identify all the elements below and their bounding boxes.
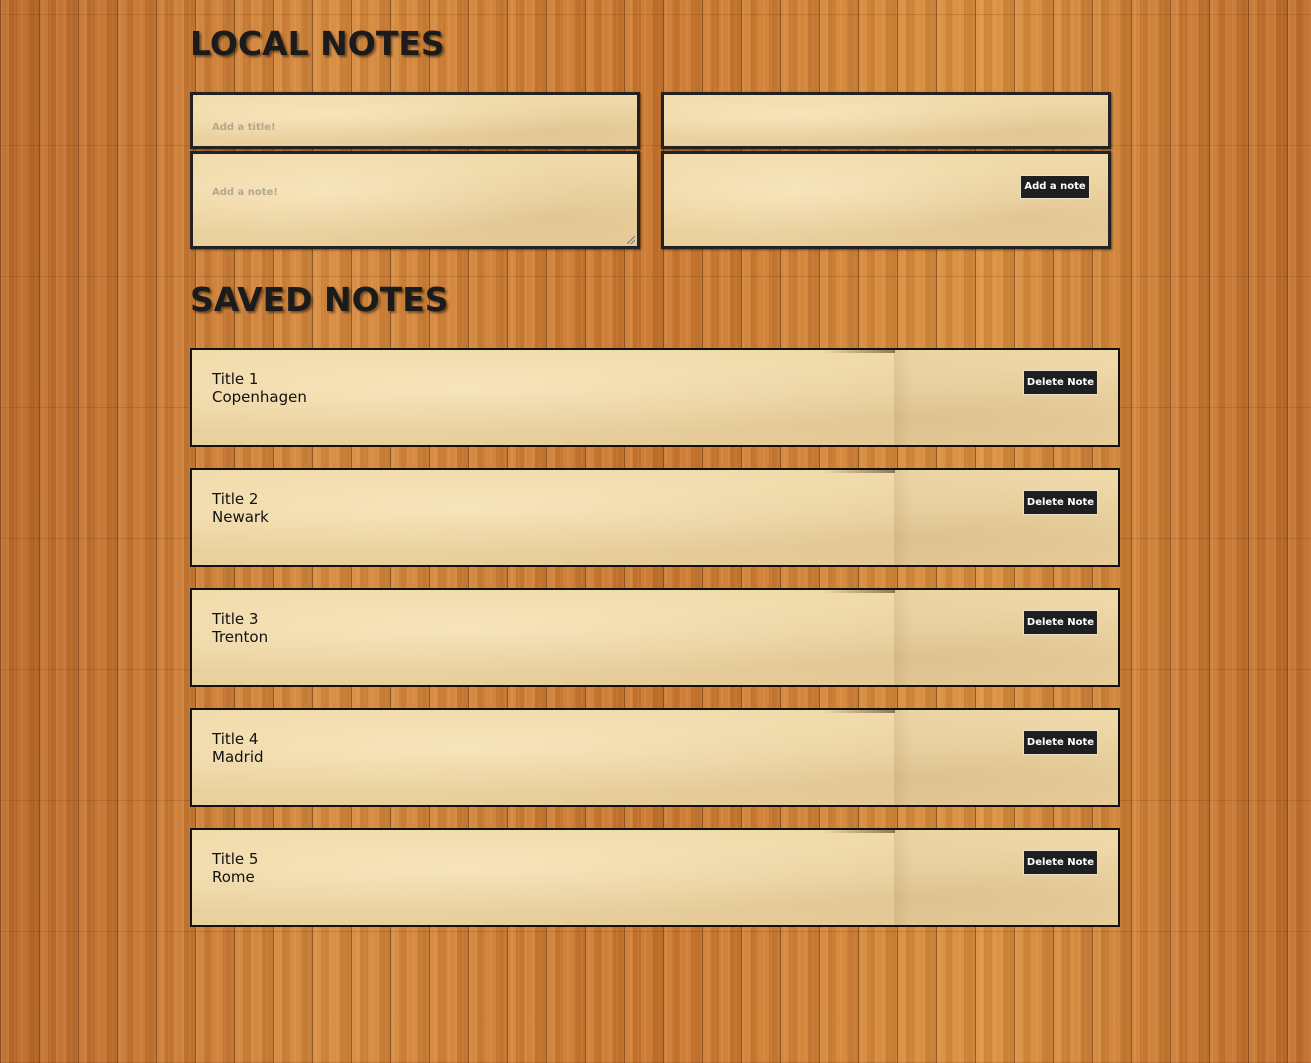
preview-note-panel: Add a note bbox=[661, 151, 1111, 249]
delete-note-button[interactable]: Delete Note bbox=[1023, 490, 1098, 515]
paper-crease bbox=[822, 470, 895, 473]
delete-note-button[interactable]: Delete Note bbox=[1023, 850, 1098, 875]
delete-note-button[interactable]: Delete Note bbox=[1023, 610, 1098, 635]
saved-note-card: Title 1 Copenhagen Delete Note bbox=[190, 348, 1120, 447]
saved-note-card: Title 3 Trenton Delete Note bbox=[190, 588, 1120, 687]
title-input-placeholder: Add a title! bbox=[212, 122, 276, 133]
note-textarea[interactable]: Add a note! bbox=[190, 151, 640, 249]
paper-fold-shade bbox=[894, 470, 1118, 565]
paper-crease bbox=[822, 830, 895, 833]
paper-crease bbox=[822, 350, 895, 353]
note-body: Madrid bbox=[212, 748, 264, 766]
note-content: Title 5 Rome bbox=[212, 850, 258, 886]
note-title: Title 1 bbox=[212, 370, 259, 388]
paper-fold-shade bbox=[894, 710, 1118, 805]
note-content: Title 1 Copenhagen bbox=[212, 370, 307, 406]
note-body: Rome bbox=[212, 868, 255, 886]
paper-fold-shade bbox=[894, 590, 1118, 685]
note-title: Title 4 bbox=[212, 730, 259, 748]
note-title: Title 3 bbox=[212, 610, 259, 628]
note-body: Newark bbox=[212, 508, 269, 526]
saved-note-card: Title 5 Rome Delete Note bbox=[190, 828, 1120, 927]
delete-note-button[interactable]: Delete Note bbox=[1023, 370, 1098, 395]
preview-title-panel bbox=[661, 92, 1111, 149]
saved-note-card: Title 2 Newark Delete Note bbox=[190, 468, 1120, 567]
paper-fold-shade bbox=[894, 830, 1118, 925]
note-textarea-placeholder: Add a note! bbox=[212, 187, 278, 198]
paper-crease bbox=[822, 710, 895, 713]
note-body: Trenton bbox=[212, 628, 269, 646]
note-content: Title 2 Newark bbox=[212, 490, 269, 526]
note-title: Title 5 bbox=[212, 850, 259, 868]
add-note-button[interactable]: Add a note bbox=[1020, 175, 1090, 199]
saved-note-card: Title 4 Madrid Delete Note bbox=[190, 708, 1120, 807]
paper-crease bbox=[822, 590, 895, 593]
saved-notes-heading: SAVED NOTES bbox=[190, 280, 449, 319]
note-content: Title 3 Trenton bbox=[212, 610, 268, 646]
delete-note-button[interactable]: Delete Note bbox=[1023, 730, 1098, 755]
resize-grip-icon[interactable] bbox=[627, 236, 635, 244]
note-content: Title 4 Madrid bbox=[212, 730, 264, 766]
note-body: Copenhagen bbox=[212, 388, 307, 406]
local-notes-heading: LOCAL NOTES bbox=[190, 24, 445, 63]
title-input[interactable]: Add a title! bbox=[190, 92, 640, 149]
paper-fold-shade bbox=[894, 350, 1118, 445]
note-title: Title 2 bbox=[212, 490, 259, 508]
